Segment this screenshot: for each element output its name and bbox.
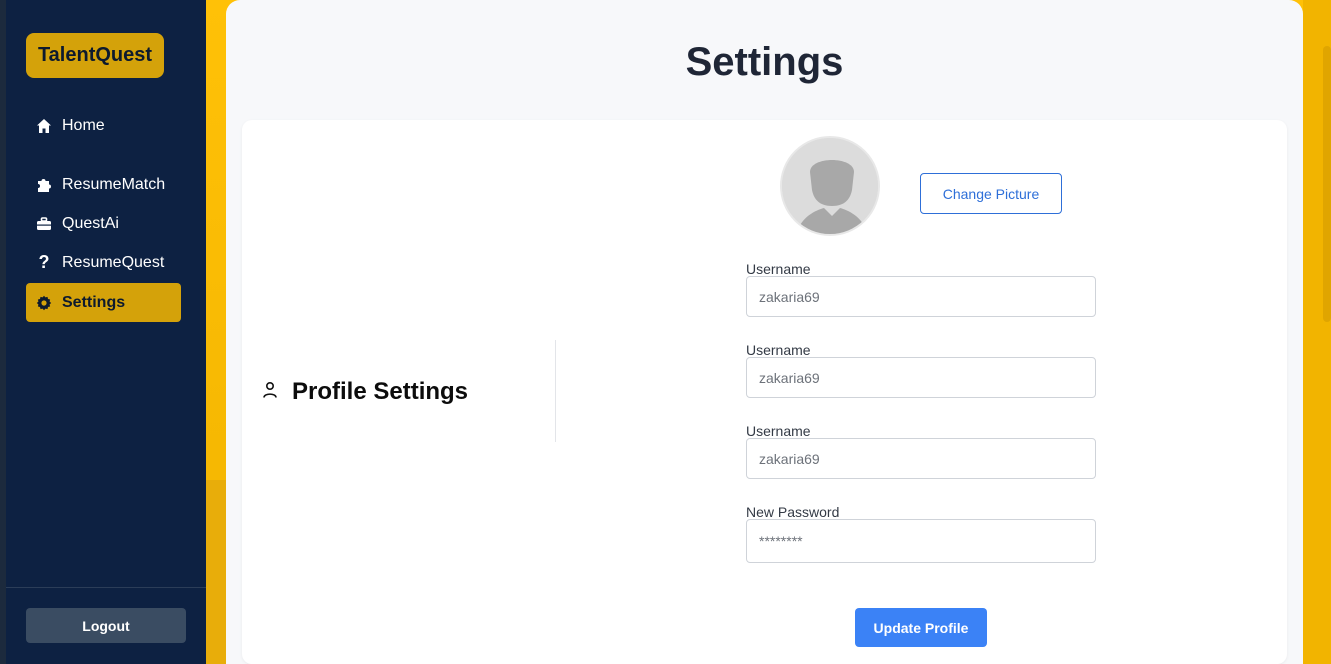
question-icon: ? [38, 252, 50, 272]
sidebar: TalentQuest Home ResumeMatch QuestAi ? R… [6, 0, 206, 664]
new-password-field[interactable] [746, 519, 1096, 563]
background-band [206, 480, 228, 664]
sidebar-item-resumematch[interactable]: ResumeMatch [26, 165, 181, 204]
user-icon [262, 378, 278, 406]
sidebar-item-label: ResumeMatch [62, 175, 166, 193]
sidebar-item-resumequest[interactable]: ? ResumeQuest [26, 243, 181, 282]
username-label-3: Username [746, 423, 811, 439]
sidebar-item-label: ResumeQuest [62, 253, 165, 271]
logout-button[interactable]: Logout [26, 608, 186, 643]
profile-settings-heading: Profile Settings [262, 378, 468, 406]
briefcase-icon [36, 216, 52, 232]
username-field-2[interactable] [746, 357, 1096, 398]
sidebar-item-label: QuestAi [62, 214, 119, 232]
brand-name: TalentQuest [37, 44, 153, 66]
section-divider [555, 340, 556, 442]
sidebar-item-label: Settings [62, 293, 126, 311]
puzzle-icon [36, 177, 52, 193]
avatar[interactable] [780, 136, 880, 236]
sidebar-item-home[interactable]: Home [26, 106, 181, 145]
sidebar-item-questai[interactable]: QuestAi [26, 204, 181, 243]
brand-logo[interactable]: TalentQuest [26, 33, 164, 78]
username-field[interactable] [746, 276, 1096, 317]
sidebar-item-label: Home [62, 116, 105, 134]
section-title: Profile Settings [292, 378, 469, 405]
update-profile-button[interactable]: Update Profile [855, 608, 987, 647]
change-picture-button[interactable]: Change Picture [920, 173, 1062, 214]
username-label: Username [746, 261, 811, 277]
new-password-label: New Password [746, 504, 840, 520]
page-title: Settings [685, 40, 844, 84]
profile-settings-card: Profile Settings Change Picture Username… [242, 120, 1287, 664]
scrollbar-thumb[interactable] [1323, 46, 1331, 322]
home-icon [36, 118, 52, 134]
sidebar-item-settings[interactable]: Settings [26, 283, 181, 322]
main-panel: Settings Profile Settings Change Picture… [226, 0, 1303, 664]
avatar-placeholder-icon [782, 138, 878, 234]
sidebar-divider [6, 587, 206, 588]
username-field-3[interactable] [746, 438, 1096, 479]
gear-icon [36, 295, 52, 311]
username-label-2: Username [746, 342, 811, 358]
